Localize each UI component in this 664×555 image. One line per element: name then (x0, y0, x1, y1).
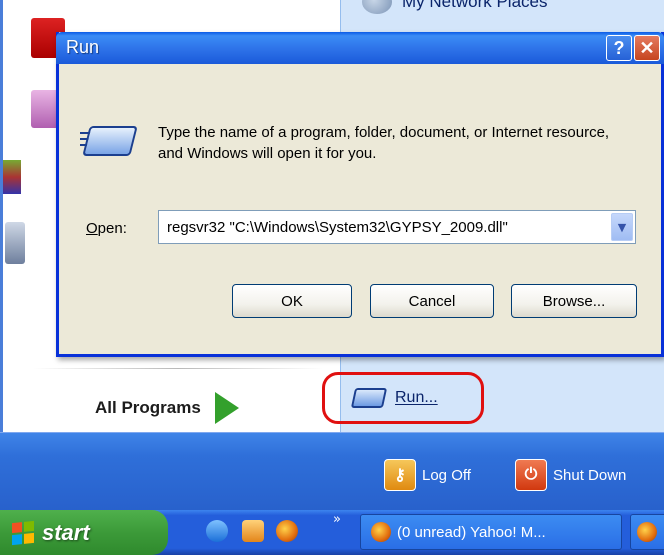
separator (33, 368, 323, 369)
key-icon: ⚷ (384, 459, 416, 491)
windows-logo-icon (12, 520, 34, 545)
close-button[interactable]: ✕ (634, 35, 660, 61)
firefox-quicklaunch-icon[interactable] (276, 520, 298, 542)
dialog-titlebar[interactable] (56, 32, 664, 64)
green-arrow-icon (214, 392, 239, 424)
start-button[interactable]: start (0, 510, 168, 555)
open-input[interactable]: regsvr32 "C:\Windows\System32\GYPSY_2009… (159, 219, 611, 236)
firefox-icon (637, 522, 657, 542)
open-combobox[interactable]: regsvr32 "C:\Windows\System32\GYPSY_2009… (158, 210, 636, 244)
taskbar-window-button-2[interactable] (630, 514, 664, 550)
log-off-button[interactable]: ⚷ Log Off (384, 459, 471, 491)
ok-button[interactable]: OK (232, 284, 352, 318)
quicklaunch-chevron[interactable]: » (333, 512, 341, 527)
dialog-title: Run (66, 37, 100, 57)
power-icon: ⏻ (515, 459, 547, 491)
red-highlight-annotation (322, 372, 484, 424)
shut-down-button[interactable]: ⏻ Shut Down (515, 459, 626, 491)
books-icon[interactable] (3, 160, 21, 194)
dialog-description: Type the name of a program, folder, docu… (158, 124, 610, 162)
outlook-icon[interactable] (242, 520, 264, 542)
network-icon (362, 0, 392, 14)
dropdown-arrow-icon[interactable]: ▼ (611, 213, 633, 241)
cart-icon[interactable] (5, 222, 25, 264)
help-button[interactable]: ? (606, 35, 632, 61)
run-dialog-icon (82, 126, 138, 156)
task-button-label: (0 unread) Yahoo! M... (397, 523, 546, 541)
shut-down-label: Shut Down (553, 466, 627, 484)
all-programs-label: All Programs (95, 398, 201, 417)
open-label: Open: (86, 220, 127, 237)
internet-explorer-icon[interactable] (206, 520, 228, 542)
start-label: start (42, 519, 90, 545)
firefox-icon (371, 522, 391, 542)
all-programs-button[interactable]: All Programs (95, 390, 239, 426)
log-off-label: Log Off (422, 466, 471, 484)
network-places-item[interactable]: My Network Places (362, 0, 547, 14)
cancel-button[interactable]: Cancel (370, 284, 494, 318)
browse-button[interactable]: Browse... (511, 284, 637, 318)
taskbar-window-button[interactable]: (0 unread) Yahoo! M... (360, 514, 622, 550)
network-places-label: My Network Places (402, 0, 548, 11)
